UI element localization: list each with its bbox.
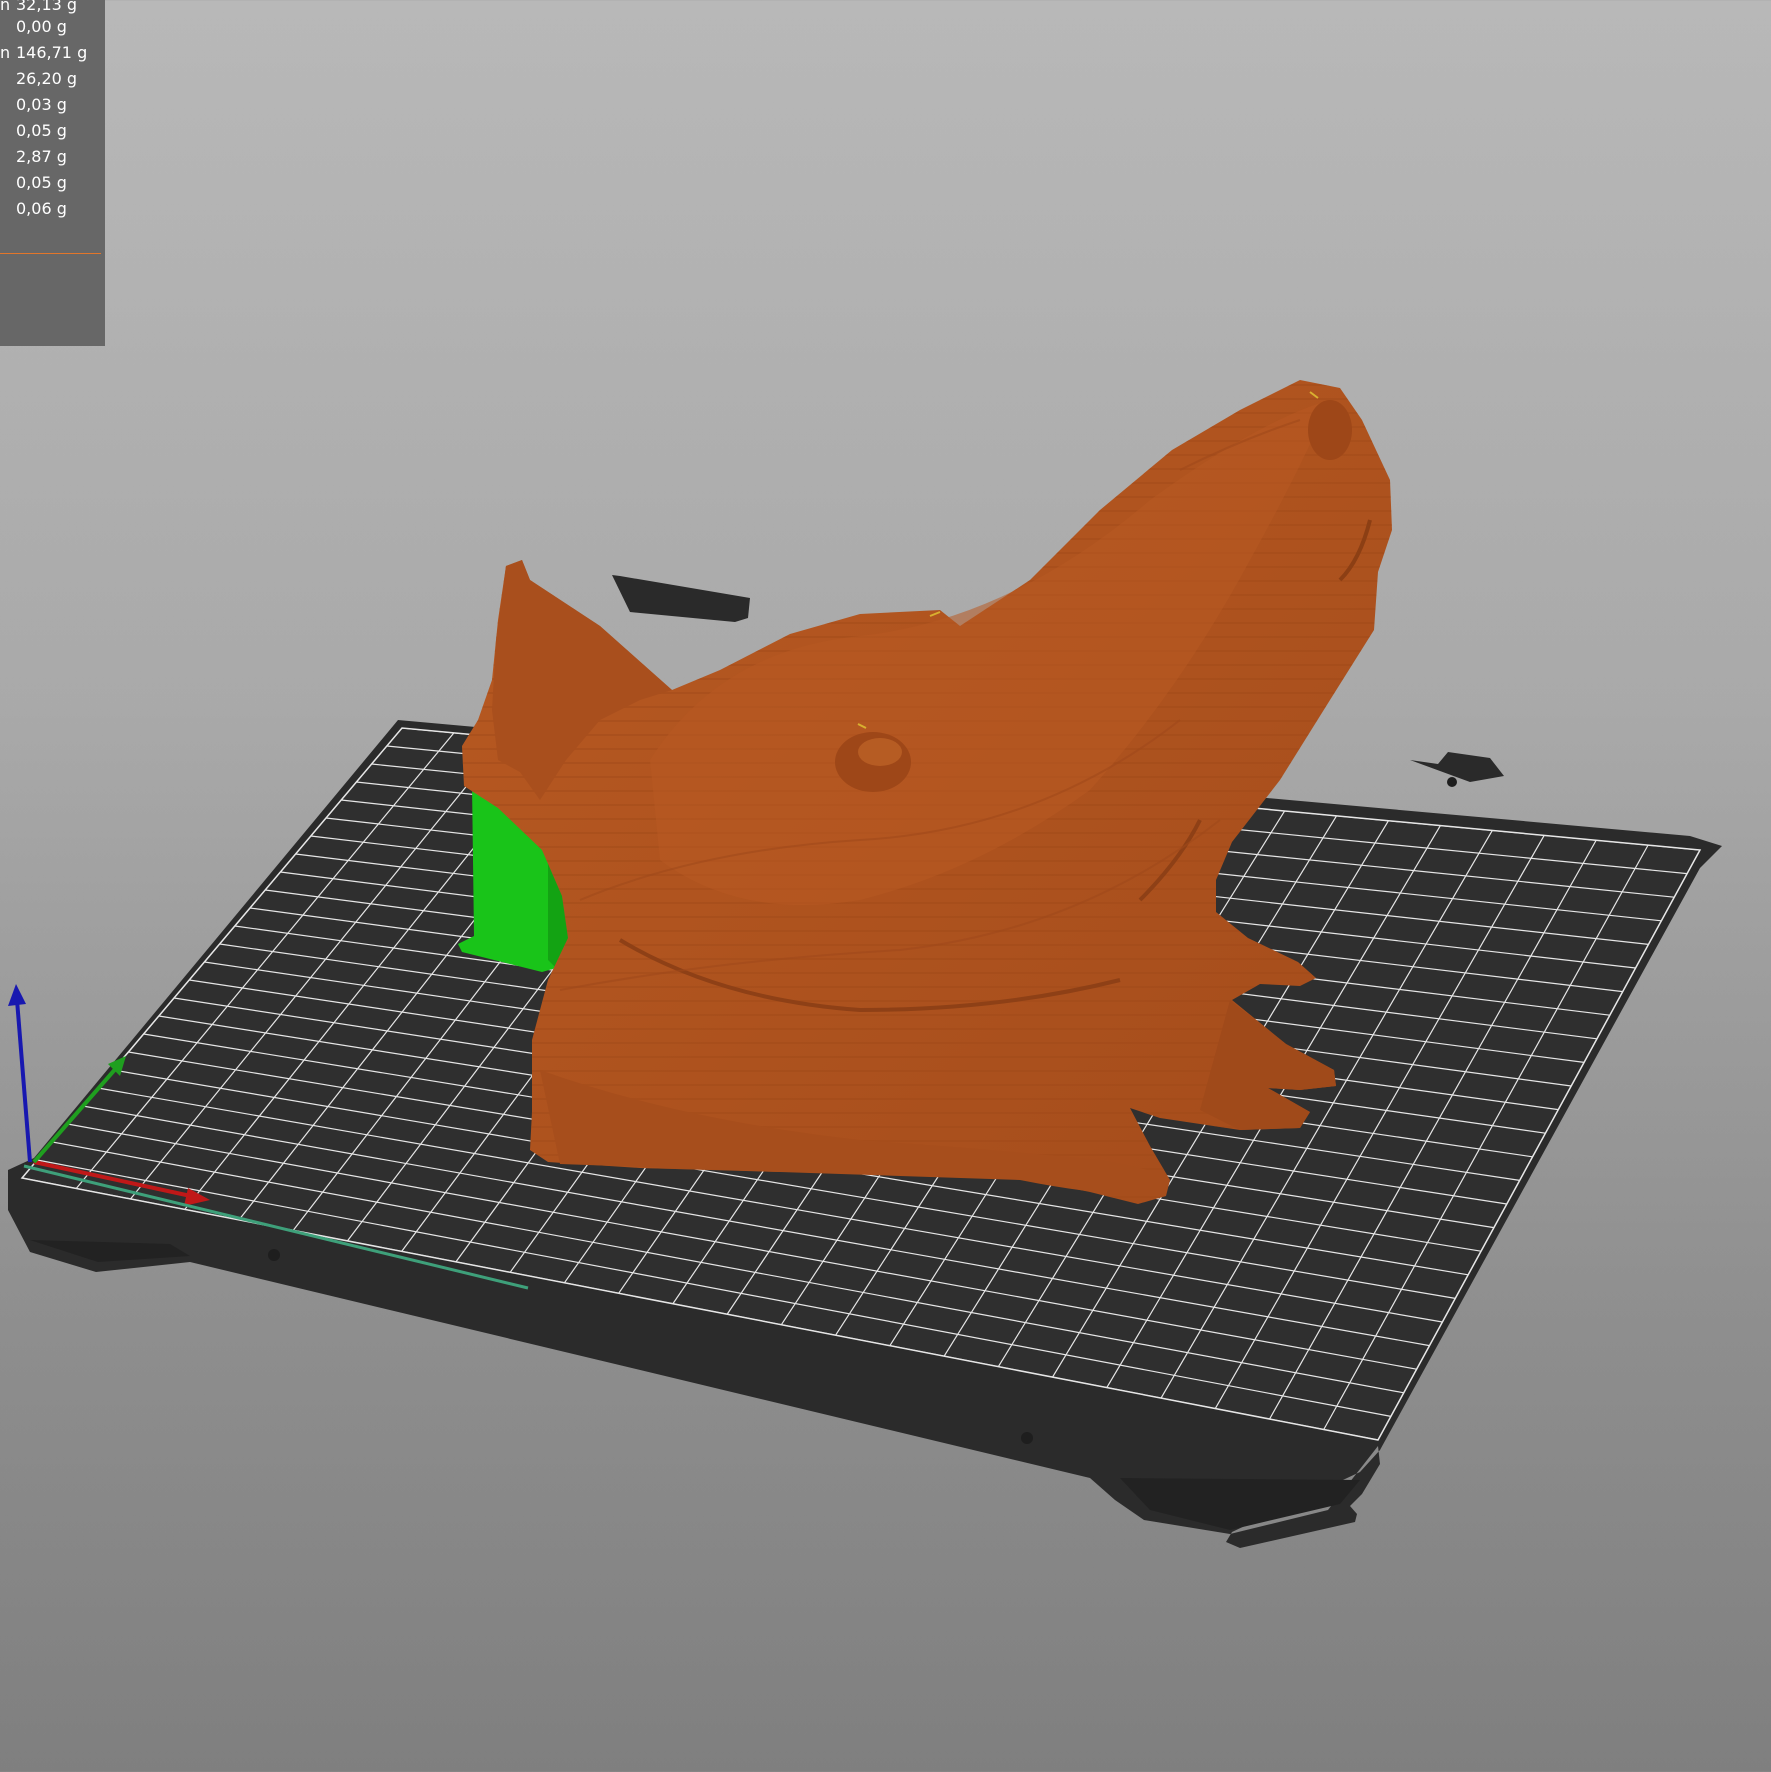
bed-screw-back	[1447, 777, 1457, 787]
filament-usage-row: 0,06 g	[0, 196, 105, 222]
filament-usage-weight: 0,00 g	[16, 17, 67, 36]
filament-usage-row: 0,05 g	[0, 118, 105, 144]
filament-usage-row: 0,03 g	[0, 92, 105, 118]
model-eye-highlight	[858, 738, 902, 766]
filament-usage-weight: 0,05 g	[16, 121, 67, 140]
filament-usage-row: 0,05 g	[0, 170, 105, 196]
filament-usage-panel: n 32,13 g 0,00 g n 146,71 g 26,20 g 0,03 g 0,05…	[0, 0, 105, 346]
z-axis-arrow	[8, 984, 26, 1006]
bed-right-bump	[1410, 752, 1504, 782]
bed-screw-left	[268, 1249, 280, 1261]
filament-usage-row: 0,00 g	[0, 14, 105, 40]
filament-usage-weight: 26,20 g	[16, 69, 78, 88]
3d-viewport[interactable]	[0, 0, 1771, 1772]
z-axis-line	[15, 999, 32, 1163]
bed-back-tab	[612, 575, 750, 622]
printed-model[interactable]	[462, 380, 1392, 1204]
filament-usage-row: 2,87 g	[0, 144, 105, 170]
filament-usage-weight: 146,71 g	[16, 43, 88, 62]
filament-usage-row: n 146,71 g	[0, 40, 105, 66]
model-nose	[1308, 400, 1352, 460]
filament-usage-weight: 2,87 g	[16, 147, 67, 166]
filament-usage-weight: 0,05 g	[16, 173, 67, 192]
filament-usage-label-fragment: n	[0, 43, 11, 62]
scene-svg	[8, 380, 1722, 1548]
panel-separator	[0, 253, 101, 254]
filament-usage-weight: 0,06 g	[16, 199, 67, 218]
bed-screw-front	[1021, 1432, 1033, 1444]
filament-usage-weight: 0,03 g	[16, 95, 67, 114]
filament-usage-row: 26,20 g	[0, 66, 105, 92]
